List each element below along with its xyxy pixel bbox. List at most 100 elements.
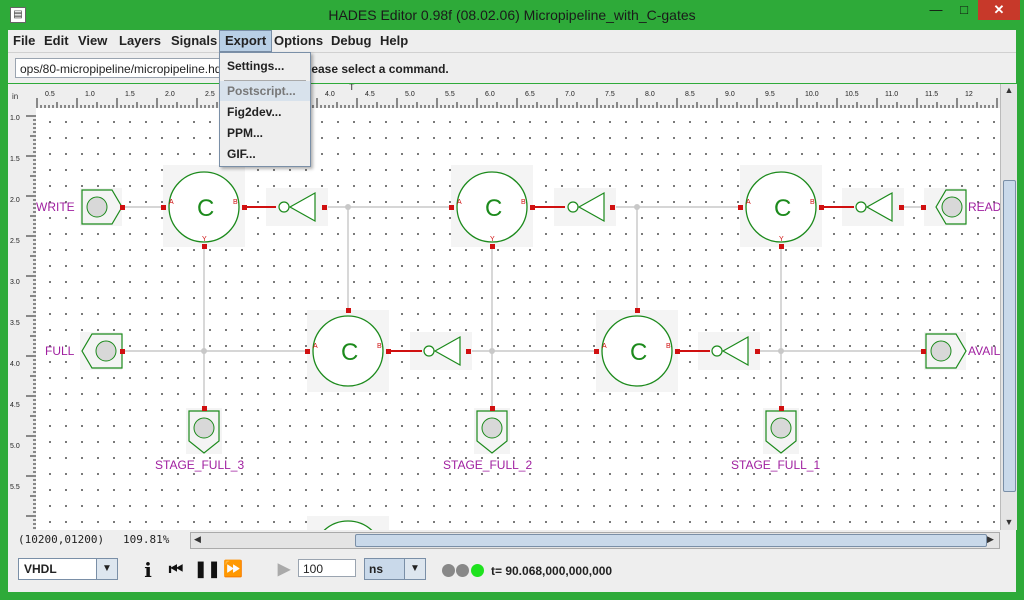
c-gate-1[interactable]: C A B Y [161,165,247,249]
menu-item-fig2dev[interactable]: Fig2dev... [220,102,310,122]
rewind-icon[interactable]: ⏮ [166,560,186,580]
pin-label-y: Y [779,236,784,243]
ruler-corner: in [8,84,36,108]
io-pad-read[interactable] [921,188,967,226]
pin-label-b: B [377,343,382,350]
hades-editor-window: ▤ HADES Editor 0.98f (08.02.06) Micropip… [0,0,1024,600]
vertical-scrollbar[interactable]: ▲ ▼ [1000,84,1017,530]
simulation-time: t= 90.068,000,000,000 [491,564,613,578]
status-led-green-icon [471,564,484,577]
vertical-ruler: 1.0 1.5 2.0 2.5 3.0 3.5 4.0 4.5 5.0 5.5 [8,108,37,530]
ruler-label: 0.5 [45,91,55,98]
ruler-label: 2.0 [165,91,175,98]
fast-forward-icon[interactable]: ⏩ [223,560,243,580]
ruler-label: 4.5 [365,91,375,98]
label-stage-full-2: STAGE_FULL_2 [443,458,532,472]
cursor-coordinates: (10200,01200) [18,533,105,546]
c-gate-6-partial[interactable] [307,516,389,530]
ruler-marker: T [349,84,355,92]
horizontal-scroll-thumb[interactable] [355,534,987,547]
pin-label-a: A [313,343,318,350]
ruler-label: 2.5 [205,91,215,98]
menu-view[interactable]: View [73,30,112,52]
maximize-button[interactable]: □ [950,0,978,20]
pin-label-a: A [457,199,462,206]
ruler-label: 5.0 [10,443,20,450]
scroll-up-icon[interactable]: ▲ [1003,84,1015,96]
ruler-label: 1.5 [10,156,20,163]
inverter-2[interactable] [535,188,616,226]
language-select[interactable]: VHDL ▼ [18,558,118,580]
ruler-label: 11.0 [885,91,898,98]
label-avail: AVAIL [968,344,1000,358]
close-button[interactable]: ✕ [978,0,1020,20]
menu-bar: File Edit View Layers Signals Export Opt… [8,30,1016,53]
pause-icon[interactable]: ❚❚ [194,560,221,580]
inverter-4[interactable] [391,332,472,370]
menu-options[interactable]: Options [269,30,328,52]
menu-signals[interactable]: Signals [166,30,222,52]
c-gate-2[interactable]: C A B Y [449,165,535,249]
scroll-right-icon[interactable]: ▶ [984,533,997,546]
ruler-label: 2.5 [10,238,20,245]
menu-help[interactable]: Help [375,30,413,52]
pin-label-a: A [602,343,607,350]
pin-label-b: B [810,199,815,206]
io-pad-write[interactable] [80,188,125,226]
inverter-1[interactable] [247,188,328,226]
status-led-icon [442,564,455,577]
menu-item-gif[interactable]: GIF... [220,144,310,164]
minimize-button[interactable]: — [922,0,950,20]
io-pad-stage-full-2[interactable] [474,406,510,454]
ruler-label: 12 [965,91,973,98]
ruler-label: 6.5 [525,91,535,98]
time-unit-select[interactable]: ns ▼ [364,558,426,580]
step-time-input[interactable]: 100 [298,559,356,577]
step-icon[interactable]: ▶ [274,560,294,580]
io-pad-stage-full-1[interactable] [763,406,799,454]
ruler-label: 1.5 [125,91,135,98]
label-stage-full-1: STAGE_FULL_1 [731,458,820,472]
chevron-down-icon[interactable]: ▼ [404,559,425,579]
inverter-3[interactable] [824,188,904,226]
time-unit-value: ns [369,562,384,576]
menu-edit[interactable]: Edit [39,30,74,52]
language-value: VHDL [24,562,57,576]
menu-export[interactable]: Export [219,30,273,52]
schematic-drawing[interactable]: WRITE FULL READ AVAIL STAGE_FULL_3 STAGE… [36,108,1000,530]
ruler-label: 1.0 [85,91,95,98]
c-gate-3[interactable]: C A B Y [738,165,824,249]
ruler-label: 4.0 [10,361,20,368]
export-dropdown-menu: Settings... Postscript... Fig2dev... PPM… [219,52,311,167]
io-pad-stage-full-3[interactable] [186,406,222,454]
c-gate-5[interactable]: C A B [594,308,680,392]
info-icon[interactable]: i [138,560,158,580]
menu-file[interactable]: File [8,30,40,52]
menu-item-ppm[interactable]: PPM... [220,123,310,143]
chevron-down-icon[interactable]: ▼ [96,559,117,579]
ruler-label: 8.5 [685,91,695,98]
io-pad-avail[interactable] [921,332,967,370]
c-gate-4[interactable]: C A B [305,308,391,392]
menu-item-settings[interactable]: Settings... [220,56,310,76]
ruler-label: 9.0 [725,91,735,98]
menu-debug[interactable]: Debug [326,30,376,52]
ruler-label: 11.5 [925,91,938,98]
ruler-label: 6.0 [485,91,495,98]
io-pad-full[interactable] [80,332,125,370]
schematic-canvas[interactable]: WRITE FULL READ AVAIL STAGE_FULL_3 STAGE… [36,108,1000,530]
ruler-unit: in [12,92,19,101]
ruler-label: 7.5 [605,91,615,98]
ruler-label: 7.0 [565,91,575,98]
menu-layers[interactable]: Layers [114,30,166,52]
c-gate-label: C [485,195,502,222]
ruler-label: 10.5 [845,91,859,98]
vertical-scroll-thumb[interactable] [1003,180,1016,492]
inverter-5[interactable] [680,332,760,370]
scroll-left-icon[interactable]: ◀ [191,533,204,546]
menu-item-postscript[interactable]: Postscript... [220,81,310,101]
toolbar: ops/80-micropipeline/micropipeline.hds l… [8,53,1016,83]
scroll-down-icon[interactable]: ▼ [1003,516,1015,528]
label-read: READ [968,200,1000,214]
horizontal-scrollbar[interactable]: ◀ ▶ [190,532,1000,549]
